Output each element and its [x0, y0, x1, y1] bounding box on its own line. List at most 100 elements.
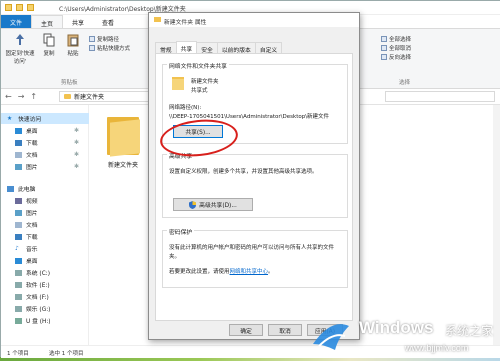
- tab-general[interactable]: 常规: [155, 42, 177, 54]
- tab-view[interactable]: 查看: [93, 15, 123, 28]
- pin-icon: [16, 34, 24, 45]
- nav-item-desktop-pc[interactable]: 桌面: [1, 255, 89, 266]
- nav-item-downloads[interactable]: 下载 ✱: [1, 137, 89, 148]
- folder-label: 新建文件夹: [107, 162, 138, 169]
- nav-item-downloads-pc[interactable]: 下载: [1, 231, 89, 242]
- cancel-button[interactable]: 取消: [268, 324, 302, 336]
- nav-item-pictures-pc[interactable]: 图片: [1, 207, 89, 218]
- tab-file[interactable]: 文件: [1, 15, 32, 28]
- folder-item[interactable]: 新建文件夹: [101, 113, 145, 169]
- picture-icon: [15, 209, 22, 216]
- nav-item-drive-c[interactable]: 系统 (C:): [1, 267, 89, 278]
- advanced-sharing-group: 高级共享 设置自定义权限，创建多个共享，并设置其他高级共享选项。 高级共享(D)…: [162, 151, 348, 218]
- select-all-button[interactable]: 全部选择: [381, 35, 411, 43]
- network-path-label: 网络路径(N):: [169, 105, 202, 111]
- folder-icon[interactable]: [5, 4, 12, 11]
- windows-logo-icon: [313, 324, 349, 350]
- tab-sharing[interactable]: 共享: [175, 41, 198, 53]
- paste-icon: [67, 34, 79, 47]
- drive-icon: [15, 281, 22, 288]
- tab-home[interactable]: 主页: [31, 15, 64, 28]
- picture-icon: [15, 163, 22, 170]
- folder-icon: [154, 17, 161, 22]
- select-none-button[interactable]: 全部取消: [381, 44, 411, 52]
- star-icon: ★: [7, 115, 13, 122]
- music-icon: ♪: [15, 245, 19, 252]
- watermark-brand: Windows: [359, 318, 434, 337]
- paste-shortcut-button[interactable]: 粘贴快捷方式: [89, 44, 130, 52]
- item-count: 1 个项目: [7, 351, 29, 357]
- quick-access-toolbar: [5, 4, 34, 11]
- change-setting-text: 若要更改此设置，请使用网络和共享中心。: [169, 269, 274, 275]
- tab-share[interactable]: 共享: [63, 15, 93, 28]
- tab-customize[interactable]: 自定义: [254, 42, 283, 54]
- ok-button[interactable]: 确定: [229, 324, 263, 336]
- download-icon: [15, 139, 22, 146]
- pin-icon: ✱: [73, 127, 79, 134]
- document-icon: [15, 151, 22, 158]
- select-group-label: 选择: [399, 80, 411, 86]
- shield-icon: [189, 200, 197, 209]
- copy-path-icon: [89, 36, 95, 42]
- nav-item-documents-pc[interactable]: 文档: [1, 219, 89, 230]
- dialog-titlebar: 新建文件夹 属性: [149, 13, 359, 27]
- selected-count: 选中 1 个项目: [49, 351, 84, 357]
- properties-dialog: 新建文件夹 属性 常规 共享 安全 以前的版本 自定义 网络文件和文件夹共享 新…: [148, 12, 360, 340]
- watermark-cn: 系统之家: [445, 324, 494, 338]
- paste-button[interactable]: 粘贴: [63, 33, 83, 57]
- dialog-title: 新建文件夹 属性: [164, 20, 207, 26]
- shared-folder-name: 新建文件夹: [191, 79, 219, 85]
- nav-this-pc[interactable]: 此电脑: [1, 183, 89, 194]
- watermark: Windows 系统之家 www.bjjmlv.com: [305, 310, 500, 361]
- folder-icon: [64, 94, 71, 99]
- select-none-icon: [381, 45, 387, 51]
- back-arrow-icon[interactable]: ←: [5, 92, 12, 101]
- nav-item-drive-f[interactable]: 文档 (F:): [1, 291, 89, 302]
- up-arrow-icon[interactable]: ↑: [30, 92, 37, 101]
- share-state: 共享式: [191, 88, 208, 94]
- address-input[interactable]: 新建文件夹: [59, 91, 155, 102]
- nav-item-pictures[interactable]: 图片 ✱: [1, 161, 89, 172]
- tab-security[interactable]: 安全: [196, 42, 218, 54]
- usb-drive-icon: [15, 317, 22, 324]
- copy-button[interactable]: 复制: [39, 33, 59, 57]
- forward-arrow-icon[interactable]: →: [18, 92, 25, 101]
- folder-icon: [105, 113, 141, 157]
- invert-selection-button[interactable]: 反向选择: [381, 53, 411, 61]
- select-all-icon: [381, 36, 387, 42]
- nav-item-drive-g[interactable]: 娱乐 (G:): [1, 303, 89, 314]
- new-folder-icon[interactable]: [27, 4, 34, 11]
- drive-icon: [15, 269, 22, 276]
- password-desc-line1: 没有此计算机的用户帐户和密码的用户可以访问与所有人共享的文件: [169, 245, 335, 251]
- nav-item-desktop[interactable]: 桌面 ✱: [1, 125, 89, 136]
- properties-icon[interactable]: [16, 4, 23, 11]
- password-protection-group: 密码保护 没有此计算机的用户帐户和密码的用户可以访问与所有人共享的文件 夹。 若…: [162, 227, 348, 288]
- nav-item-drive-h[interactable]: U 盘 (H:): [1, 315, 89, 326]
- nav-item-music[interactable]: ♪ 音乐: [1, 243, 89, 254]
- search-input[interactable]: [385, 91, 495, 102]
- copy-path-button[interactable]: 复制路径: [89, 35, 119, 43]
- nav-quick-access[interactable]: ★ 快速访问: [1, 113, 89, 124]
- scrollbar[interactable]: [493, 105, 500, 345]
- nav-item-documents[interactable]: 文档 ✱: [1, 149, 89, 160]
- tab-previous-versions[interactable]: 以前的版本: [216, 42, 256, 54]
- navigation-pane: ★ 快速访问 桌面 ✱ 下载 ✱ 文档 ✱ 图片 ✱ 此电脑 视频 图片 文档 …: [1, 105, 89, 345]
- video-icon: [15, 197, 22, 204]
- paste-shortcut-icon: [89, 45, 95, 51]
- shared-folder-icon: [172, 77, 184, 90]
- computer-icon: [7, 185, 14, 192]
- pin-quick-access-button[interactable]: 固定到'快速访问': [5, 33, 35, 65]
- copy-icon: [43, 33, 55, 47]
- dialog-tabs: 常规 共享 安全 以前的版本 自定义: [155, 41, 283, 54]
- pin-icon: ✱: [73, 151, 79, 158]
- nav-item-videos[interactable]: 视频: [1, 195, 89, 206]
- pin-icon: ✱: [73, 139, 79, 146]
- clipboard-group-label: 剪贴板: [61, 80, 78, 86]
- network-sharing-center-link[interactable]: 网络和共享中心: [230, 269, 269, 275]
- nav-item-drive-e[interactable]: 软件 (E:): [1, 279, 89, 290]
- desktop-icon: [15, 257, 22, 264]
- desktop-icon: [15, 127, 22, 134]
- advanced-sharing-button[interactable]: 高级共享(D)...: [173, 198, 253, 211]
- pin-icon: ✱: [73, 163, 79, 170]
- password-desc-line2: 夹。: [169, 254, 181, 260]
